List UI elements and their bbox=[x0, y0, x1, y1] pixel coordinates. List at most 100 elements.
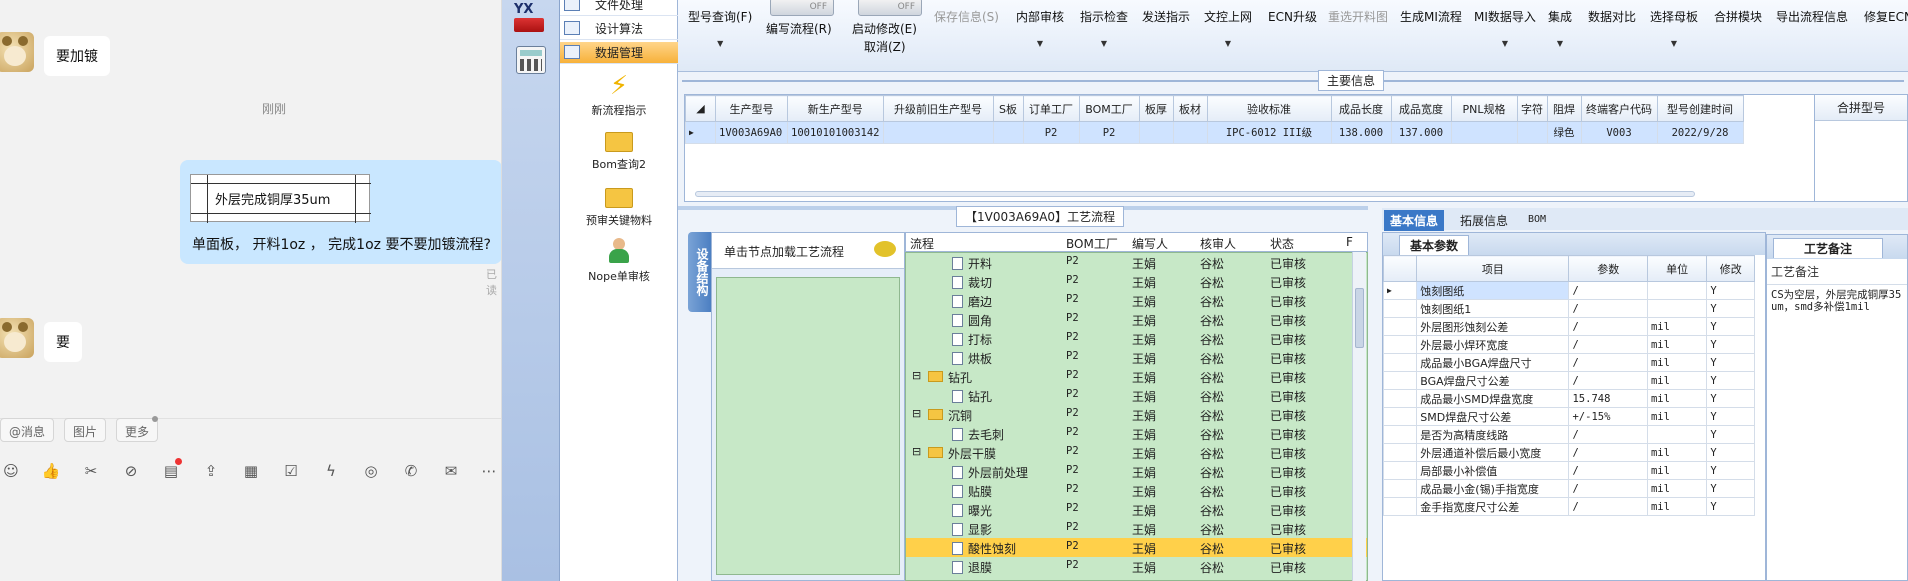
calculator-icon[interactable] bbox=[516, 46, 546, 74]
message-image[interactable]: 外层完成铜厚35um bbox=[190, 174, 371, 223]
scissors-icon[interactable]: ✂ bbox=[80, 460, 102, 482]
process-tree-row[interactable]: 开料 P2 王娟 谷松 已审核 bbox=[906, 253, 1367, 272]
main-info-col[interactable]: PNL规格 bbox=[1450, 95, 1518, 122]
merge-module-button[interactable]: 合拼模块 bbox=[1714, 8, 1762, 25]
mi-data-import-button[interactable]: MI数据导入 ▼ bbox=[1474, 8, 1536, 48]
param-value[interactable]: / bbox=[1568, 461, 1648, 480]
structure-tree[interactable] bbox=[716, 277, 900, 575]
process-tree-row[interactable]: ⊟ 钻孔 P2 王娟 谷松 已审核 bbox=[906, 367, 1367, 386]
table-cell[interactable] bbox=[1172, 121, 1208, 144]
remarks-text[interactable]: CS为空层，外层完成铜厚35um，smd多补偿1mil bbox=[1767, 285, 1907, 317]
param-value[interactable]: / bbox=[1568, 353, 1648, 372]
param-value[interactable]: / bbox=[1568, 317, 1648, 336]
row-selector[interactable] bbox=[1383, 371, 1418, 390]
emoji-icon[interactable]: ☺ bbox=[0, 460, 22, 482]
vertical-scrollbar[interactable] bbox=[1352, 252, 1366, 581]
internal-review-button[interactable]: 内部审核 ▼ bbox=[1016, 8, 1064, 48]
main-info-col[interactable]: 成品宽度 bbox=[1390, 95, 1452, 122]
row-selector[interactable] bbox=[1383, 479, 1418, 498]
process-tree-row[interactable]: 圆角 P2 王娟 谷松 已审核 bbox=[906, 310, 1367, 329]
lightning-icon[interactable]: ϟ bbox=[320, 460, 342, 482]
table-row[interactable]: ▶ 1V003A69A0 10010101003142 P2 P2 IPC-6012 II… bbox=[685, 121, 1744, 144]
param-row[interactable]: 金手指宽度尺寸公差 / mil Y bbox=[1383, 497, 1755, 516]
table-cell[interactable]: P2 bbox=[1022, 121, 1080, 144]
process-tree-row[interactable]: ⊟ 外层干膜 P2 王娟 谷松 已审核 bbox=[906, 443, 1367, 462]
comment-icon[interactable] bbox=[874, 241, 896, 257]
table-cell[interactable]: 138.000 bbox=[1330, 121, 1392, 144]
tab-extended-info[interactable]: 拓展信息 bbox=[1460, 212, 1508, 229]
phone-icon[interactable]: ✆ bbox=[400, 460, 422, 482]
row-selector[interactable] bbox=[1383, 335, 1418, 354]
params-col[interactable]: 单位 bbox=[1646, 255, 1708, 282]
table-cell[interactable]: P2 bbox=[1078, 121, 1140, 144]
row-selector[interactable]: ▶ bbox=[685, 121, 716, 144]
doc-online-button[interactable]: 文控上网 ▼ bbox=[1204, 8, 1252, 48]
param-row[interactable]: 成品最小SMD焊盘宽度 15.748 mil Y bbox=[1383, 389, 1755, 408]
param-row[interactable]: SMD焊盘尺寸公差 +/-15% mil Y bbox=[1383, 407, 1755, 426]
process-tree-row[interactable]: 显影 P2 王娟 谷松 已审核 bbox=[906, 519, 1367, 538]
main-info-col[interactable]: S板 bbox=[992, 95, 1024, 122]
process-tree-row[interactable]: 钻孔 P2 王娟 谷松 已审核 bbox=[906, 386, 1367, 405]
subtab-basic-params[interactable]: 基本参数 bbox=[1399, 235, 1470, 255]
reselect-cutting-button[interactable]: 重选开料图 bbox=[1328, 8, 1388, 25]
param-value[interactable]: / bbox=[1568, 371, 1648, 390]
table-cell[interactable]: 137.000 bbox=[1390, 121, 1452, 144]
param-value[interactable]: +/-15% bbox=[1568, 407, 1648, 426]
row-selector[interactable] bbox=[1383, 443, 1418, 462]
param-row[interactable]: 外层图形蚀刻公差 / mil Y bbox=[1383, 317, 1755, 336]
row-selector[interactable] bbox=[1383, 407, 1418, 426]
nav-row-data-management[interactable]: 数据管理 bbox=[560, 42, 678, 64]
avatar[interactable] bbox=[0, 318, 34, 358]
process-tree-row[interactable]: 曝光 P2 王娟 谷松 已审核 bbox=[906, 500, 1367, 519]
main-info-col[interactable]: BOM工厂 bbox=[1078, 95, 1140, 122]
format-icon[interactable]: ⊘ bbox=[120, 460, 142, 482]
horizontal-scrollbar[interactable] bbox=[695, 191, 1695, 197]
table-cell[interactable]: V003 bbox=[1580, 121, 1658, 144]
param-value[interactable]: 15.748 bbox=[1568, 389, 1648, 408]
main-info-col[interactable]: 终端客户代码 bbox=[1580, 95, 1658, 122]
table-cell[interactable]: 绿色 bbox=[1546, 121, 1582, 144]
param-row[interactable]: 外层通道补偿后最小宽度 / mil Y bbox=[1383, 443, 1755, 462]
ecn-upgrade-button[interactable]: ECN升级 bbox=[1268, 8, 1317, 25]
calendar-icon[interactable]: ▦ bbox=[240, 460, 262, 482]
table-cell[interactable] bbox=[1516, 121, 1548, 144]
nav-item-bom-query[interactable]: Bom查询2 bbox=[560, 126, 678, 172]
row-selector[interactable]: ▶ bbox=[1383, 281, 1418, 300]
model-query-button[interactable]: 型号查询(F) ▼ bbox=[688, 8, 752, 48]
row-selector[interactable] bbox=[1383, 353, 1418, 372]
start-edit-toggle[interactable]: OFF bbox=[858, 0, 922, 16]
data-compare-button[interactable]: 数据对比 bbox=[1588, 8, 1636, 25]
params-col[interactable]: 修改 bbox=[1706, 255, 1755, 282]
param-row[interactable]: ▶ 蚀刻图纸 / Y bbox=[1383, 281, 1755, 300]
param-row[interactable]: 外层最小焊环宽度 / mil Y bbox=[1383, 335, 1755, 354]
collapse-icon[interactable]: ⊟ bbox=[912, 407, 921, 420]
collapse-icon[interactable]: ⊟ bbox=[912, 445, 921, 458]
equipment-structure-tab[interactable]: 设备结构 bbox=[688, 232, 711, 312]
param-row[interactable]: BGA焊盘尺寸公差 / mil Y bbox=[1383, 371, 1755, 390]
instruction-check-button[interactable]: 指示检查 ▼ bbox=[1080, 8, 1128, 48]
row-selector[interactable] bbox=[1383, 299, 1418, 318]
process-tree-row[interactable]: 打标 P2 王娟 谷松 已审核 bbox=[906, 329, 1367, 348]
select-motherboard-button[interactable]: 选择母板 ▼ bbox=[1650, 8, 1698, 48]
param-value[interactable]: / bbox=[1568, 443, 1648, 462]
process-tree-row[interactable]: 酸性蚀刻 P2 王娟 谷松 已审核 bbox=[906, 538, 1367, 557]
main-info-col[interactable]: 板厚 bbox=[1138, 95, 1174, 122]
process-tree-row[interactable]: 磨边 P2 王娟 谷松 已审核 bbox=[906, 291, 1367, 310]
param-value[interactable]: / bbox=[1568, 281, 1648, 300]
main-info-col[interactable]: 验收标准 bbox=[1206, 95, 1332, 122]
process-tree-row[interactable]: 退膜 P2 王娟 谷松 已审核 bbox=[906, 557, 1367, 576]
table-cell[interactable] bbox=[1138, 121, 1174, 144]
save-info-button[interactable]: 保存信息(S) bbox=[934, 8, 999, 25]
write-flow-button[interactable]: 编写流程(R) bbox=[766, 20, 832, 37]
app-logo[interactable]: YX bbox=[514, 3, 548, 34]
params-col[interactable]: 参数 bbox=[1568, 255, 1648, 282]
integration-button[interactable]: 集成 ▼ bbox=[1548, 8, 1572, 48]
param-row[interactable]: 是否为高精度线路 / Y bbox=[1383, 425, 1755, 444]
generate-mi-flow-button[interactable]: 生成MI流程 bbox=[1400, 8, 1462, 25]
table-cell[interactable] bbox=[992, 121, 1024, 144]
param-value[interactable]: / bbox=[1568, 335, 1648, 354]
mail-icon[interactable]: ✉ bbox=[440, 460, 462, 482]
table-cell[interactable] bbox=[882, 121, 994, 144]
main-info-col[interactable]: 成品长度 bbox=[1330, 95, 1392, 122]
process-tree-row[interactable]: 去毛刺 P2 王娟 谷松 已审核 bbox=[906, 424, 1367, 443]
